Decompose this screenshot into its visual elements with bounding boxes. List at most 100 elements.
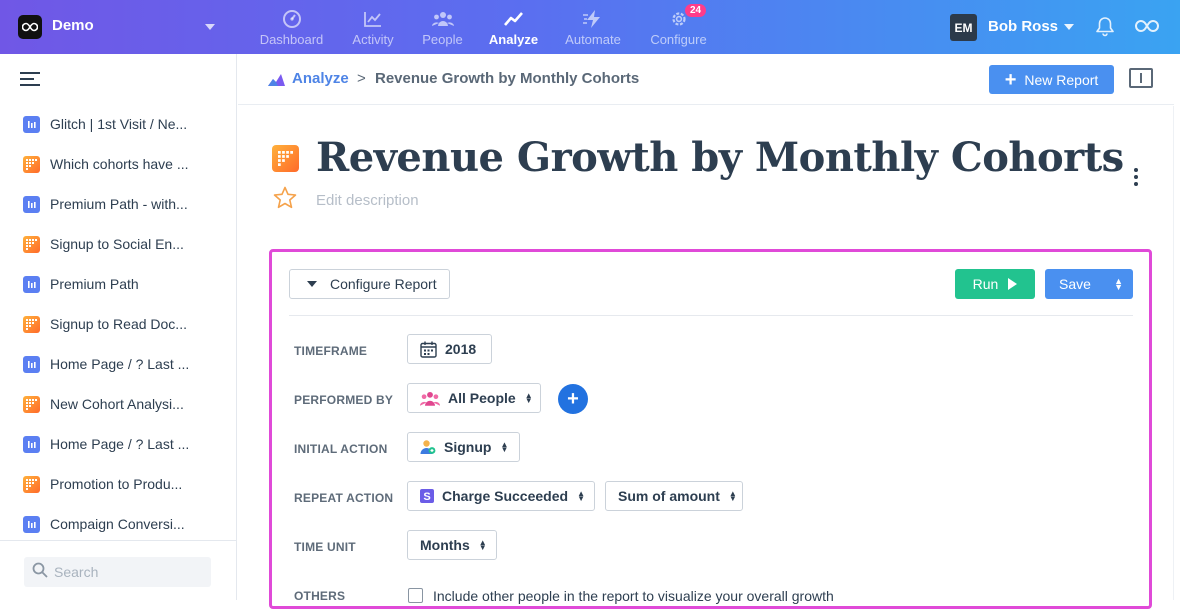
run-label: Run	[972, 276, 999, 292]
add-filter-button[interactable]: +	[558, 384, 588, 414]
side-panel-toggle-icon[interactable]	[1129, 68, 1153, 88]
list-item[interactable]: New Cohort Analysi...	[0, 384, 236, 424]
infinity-logo-icon[interactable]	[1135, 18, 1159, 39]
bell-icon[interactable]	[1096, 16, 1114, 42]
workspace-name[interactable]: Demo	[52, 17, 94, 34]
run-button[interactable]: Run	[955, 269, 1035, 299]
bar-report-icon	[23, 275, 40, 293]
include-others-checkbox[interactable]	[408, 588, 423, 603]
plus-icon: +	[1004, 68, 1017, 91]
list-item[interactable]: Premium Path	[0, 264, 236, 304]
bar-report-icon	[23, 355, 40, 373]
bar-report-icon	[23, 195, 40, 213]
top-navigation-bar: Demo Dashboard Activity People Analyze A…	[0, 0, 1180, 54]
new-report-label: New Report	[1024, 71, 1099, 88]
repeat-action-select[interactable]: S Charge Succeeded ▲ ▼	[407, 481, 595, 511]
list-item-label: Promotion to Produ...	[50, 476, 183, 492]
analyze-trend-icon	[503, 9, 524, 29]
list-item[interactable]: Which cohorts have ...	[0, 144, 236, 184]
brand-logo-icon[interactable]	[18, 15, 42, 39]
configure-report-toggle[interactable]: Configure Report	[289, 269, 450, 299]
bar-report-icon	[23, 435, 40, 453]
sidebar-divider	[0, 540, 236, 541]
nav-people-label: People	[422, 32, 463, 47]
list-item[interactable]: Home Page / ? Last ...	[0, 344, 236, 384]
breadcrumb-root-link[interactable]: Analyze	[292, 70, 349, 87]
list-item-label: Premium Path	[50, 276, 139, 292]
list-item[interactable]: Signup to Read Doc...	[0, 304, 236, 344]
bar-report-icon	[23, 515, 40, 533]
save-button[interactable]: Save ▲ ▼	[1045, 269, 1133, 299]
cohort-report-icon	[272, 145, 299, 172]
nav-activity[interactable]: Activity	[349, 0, 397, 54]
performed-by-select[interactable]: All People ▲ ▼	[407, 383, 541, 413]
nav-analyze[interactable]: Analyze	[488, 0, 539, 54]
nav-automate[interactable]: Automate	[562, 0, 624, 54]
edit-description-field[interactable]: Edit description	[316, 192, 419, 209]
updown-arrows-icon: ▲ ▼	[1114, 276, 1123, 292]
nav-dashboard-label: Dashboard	[259, 32, 324, 47]
time-unit-value: Months	[420, 537, 470, 553]
performed-by-label: PERFORMED BY	[294, 393, 394, 407]
sidebar-search[interactable]	[24, 557, 211, 587]
time-unit-select[interactable]: Months ▲ ▼	[407, 530, 497, 560]
dashboard-gauge-icon	[282, 9, 302, 29]
sidebar: Glitch | 1st Visit / Ne... Which cohorts…	[0, 54, 237, 600]
nav-people[interactable]: People	[420, 0, 465, 54]
nav-analyze-label: Analyze	[488, 32, 539, 47]
list-item-label: Compaign Conversi...	[50, 516, 185, 532]
initial-action-select[interactable]: Signup ▲ ▼	[407, 432, 520, 462]
new-report-button[interactable]: + New Report	[989, 65, 1114, 94]
star-favorite-icon[interactable]	[273, 186, 297, 214]
cohort-report-icon	[23, 235, 40, 253]
list-item-label: Signup to Social En...	[50, 236, 184, 252]
updown-arrows-icon: ▲ ▼	[524, 391, 533, 405]
updown-arrows-icon: ▲ ▼	[478, 538, 487, 552]
list-item-label: New Cohort Analysi...	[50, 396, 184, 412]
initial-action-label: INITIAL ACTION	[294, 442, 388, 456]
hamburger-menu-icon[interactable]	[20, 72, 40, 90]
scrollbar-track[interactable]	[1173, 106, 1174, 600]
avatar[interactable]: EM	[950, 14, 977, 41]
nav-configure[interactable]: Configure 24	[647, 0, 710, 54]
others-label: OTHERS	[294, 589, 346, 603]
timeframe-picker[interactable]: 2018	[407, 334, 492, 364]
updown-arrows-icon: ▲ ▼	[577, 489, 585, 503]
updown-arrows-icon: ▲ ▼	[728, 489, 737, 503]
list-item[interactable]: Premium Path - with...	[0, 184, 236, 224]
panel-divider	[289, 315, 1133, 316]
user-menu-caret-icon[interactable]	[1064, 24, 1074, 30]
configure-report-panel: Configure Report Run Save ▲ ▼ TIMEFRAME 20…	[269, 249, 1152, 609]
list-item[interactable]: Signup to Social En...	[0, 224, 236, 264]
list-item-label: Which cohorts have ...	[50, 156, 189, 172]
nav-activity-label: Activity	[352, 32, 394, 47]
aggregate-select[interactable]: Sum of amount ▲ ▼	[605, 481, 743, 511]
workspace-caret-icon[interactable]	[205, 24, 215, 30]
people-icon	[431, 9, 454, 29]
user-name[interactable]: Bob Ross	[988, 18, 1058, 35]
repeat-action-value: Charge Succeeded	[442, 488, 569, 504]
breadcrumb-separator: >	[357, 70, 366, 87]
report-list: Glitch | 1st Visit / Ne... Which cohorts…	[0, 104, 236, 544]
list-item-label: Glitch | 1st Visit / Ne...	[50, 116, 188, 132]
include-others-label[interactable]: Include other people in the report to vi…	[433, 588, 834, 604]
search-input[interactable]	[54, 564, 204, 580]
cohort-report-icon	[23, 475, 40, 493]
automate-bolt-icon	[583, 9, 603, 29]
more-options-icon[interactable]	[1134, 168, 1140, 189]
cohort-report-icon	[23, 155, 40, 173]
list-item-label: Premium Path - with...	[50, 196, 188, 212]
calendar-icon	[420, 341, 437, 358]
nav-dashboard[interactable]: Dashboard	[258, 0, 325, 54]
notification-badge: 24	[685, 4, 707, 17]
list-item[interactable]: Promotion to Produ...	[0, 464, 236, 504]
nav-configure-label: Configure	[650, 32, 707, 47]
initial-action-value: Signup	[444, 439, 492, 455]
list-item[interactable]: Glitch | 1st Visit / Ne...	[0, 104, 236, 144]
list-item[interactable]: Compaign Conversi...	[0, 504, 236, 544]
bar-report-icon	[23, 115, 40, 133]
svg-text:S: S	[423, 491, 430, 503]
analyze-mountain-icon	[268, 73, 285, 91]
signup-user-icon	[420, 439, 436, 455]
list-item[interactable]: Home Page / ? Last ...	[0, 424, 236, 464]
